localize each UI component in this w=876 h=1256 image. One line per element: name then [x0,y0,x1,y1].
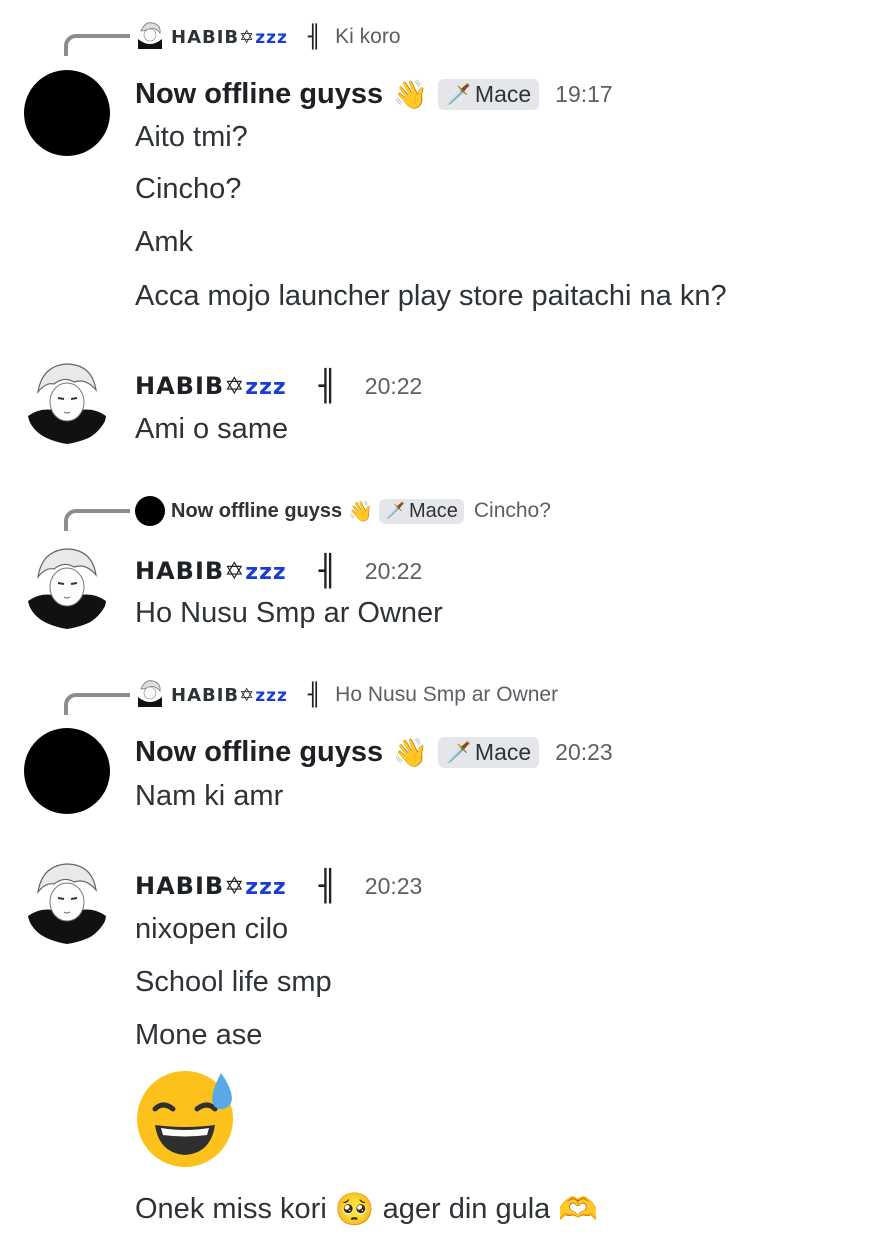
wave-emoji-icon: 👋 [393,736,429,768]
role-badge[interactable]: 🗡️ Mace [438,78,540,110]
timestamp: 20:22 [364,557,423,584]
username[interactable]: Now offline guyss [135,736,383,769]
message-header: HABIB✡zzz ╢ 20:22 [135,551,422,591]
username[interactable]: Now offline guyss [135,78,383,111]
reply-text: Cincho? [473,499,551,522]
avatar-habib[interactable] [24,858,110,944]
message-line: Nam ki amr [135,780,284,812]
wave-emoji-icon: 👋 [348,500,374,523]
message-header: HABIB✡zzz ╢ 20:22 [135,366,422,406]
message-line: Ho Nusu Smp ar Owner [135,597,443,629]
message-line: nixopen cilo [135,913,289,945]
message-line: School life smp [135,966,332,998]
message-line: Amk [135,226,193,258]
message-line-last: Onek miss kori 🥺 ager din gula 🫶 [135,1190,598,1228]
message-line: Aito tmi? [135,121,248,153]
reply-text: Ki koro [335,25,401,48]
reply-preview[interactable]: HABIB✡zzz ╢ Ki koro [135,19,401,55]
reply-username[interactable]: HABIB✡zzz [171,27,288,48]
star-of-david-icon: ✡ [224,872,246,900]
reply-connector [64,693,130,715]
message-header: Now offline guyss 👋 🗡️ Mace 19:17 [135,74,613,114]
reply-username[interactable]: Now offline guyss [171,500,342,523]
username[interactable]: HABIB✡zzz [135,557,287,585]
role-icon: ╢ [318,368,337,404]
timestamp: 19:17 [555,80,613,107]
timestamp: 20:23 [364,872,423,899]
star-of-david-icon: ✡ [239,26,256,48]
role-badge[interactable]: 🗡️ Mace [379,498,464,524]
username[interactable]: HABIB✡zzz [135,372,287,400]
timestamp: 20:22 [364,372,423,399]
avatar-habib[interactable] [24,358,110,444]
reply-preview[interactable]: Now offline guyss 👋 🗡️ Mace Cincho? [135,496,551,526]
star-of-david-icon: ✡ [224,372,246,400]
message-header: Now offline guyss 👋 🗡️ Mace 20:23 [135,732,613,772]
reply-username[interactable]: HABIB✡zzz [171,685,288,706]
avatar-mini-offline [135,496,165,526]
role-icon: ╢ [318,868,337,904]
message-line: Acca mojo launcher play store paitachi n… [135,280,727,312]
message-line: Cincho? [135,173,242,205]
role-badge[interactable]: 🗡️ Mace [438,736,540,768]
role-icon: ╢ [307,24,322,50]
reply-text: Ho Nusu Smp ar Owner [335,683,559,706]
avatar-habib[interactable] [24,543,110,629]
message-line: Mone ase [135,1019,263,1051]
pleading-face-emoji-icon: 🥺 [334,1191,375,1227]
role-icon: ╢ [307,682,322,708]
role-icon: ╢ [318,553,337,589]
sword-icon: 🗡️ [446,741,471,764]
avatar-offline-user[interactable] [24,728,110,814]
reply-preview[interactable]: HABIB✡zzz ╢ Ho Nusu Smp ar Owner [135,677,559,713]
avatar-offline-user[interactable] [24,70,110,156]
timestamp: 20:23 [555,738,613,765]
reply-connector [64,509,130,531]
sword-icon: 🗡️ [446,83,471,106]
avatar-mini-anime [135,19,165,55]
star-of-david-icon: ✡ [224,557,246,585]
message-line: Ami o same [135,413,289,445]
avatar-mini-anime [135,677,165,713]
star-of-david-icon: ✡ [239,684,256,706]
message-header: HABIB✡zzz ╢ 20:23 [135,866,422,906]
heart-hands-emoji-icon: 🫶 [558,1191,599,1227]
wave-emoji-icon: 👋 [393,78,429,110]
sword-icon: 🗡️ [385,503,405,520]
message-text: Onek miss kori [135,1192,327,1225]
username[interactable]: HABIB✡zzz [135,872,287,900]
message-text: ager din gula [382,1192,551,1225]
grinning-sweat-emoji-icon [135,1065,239,1169]
reply-connector [64,34,130,56]
